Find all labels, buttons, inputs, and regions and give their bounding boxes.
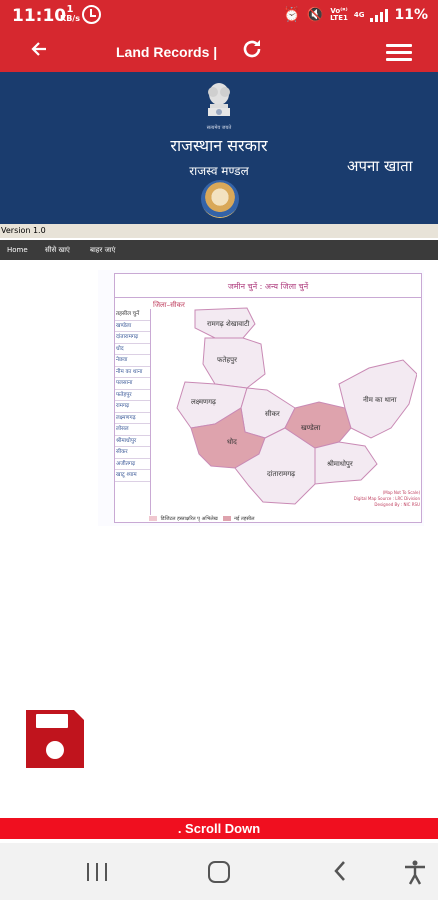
tehsil-item[interactable]: नीम का थाना xyxy=(115,367,150,378)
net-speed-indicator: 1 KB/s xyxy=(60,5,80,23)
emblem-caption: सत्यमेव जयते xyxy=(206,125,232,131)
recents-icon[interactable] xyxy=(87,863,107,881)
nav-link-secondary[interactable]: सीसे खाएं xyxy=(45,246,70,255)
tehsil-item[interactable]: अजीतगढ़ xyxy=(115,459,150,470)
region-label: लक्ष्मणगढ़ xyxy=(191,398,217,406)
map-credit-line: Designed By : NIC RSU xyxy=(374,502,420,507)
tehsil-list: तहसील चुनें खण्डेला दांतारामगढ़ धोद नेछव… xyxy=(115,309,151,515)
alarm-icon: ⏰ xyxy=(283,7,301,23)
status-time: 11:10 xyxy=(12,6,67,26)
map-heading: जमीन चुनें : अन्य जिला चुनें xyxy=(115,276,421,298)
back-icon[interactable] xyxy=(332,859,348,887)
tehsil-item[interactable]: लोसल xyxy=(115,424,150,436)
region-label: रामगढ़ शेखावाटी xyxy=(207,319,250,328)
version-bar: Version 1.0 xyxy=(0,224,438,238)
region-label: फतेहपुर xyxy=(217,355,237,364)
lte-label: LTE1 xyxy=(330,14,348,22)
apna-khata-label: अपना खाता xyxy=(347,157,413,175)
nav-link-exit[interactable]: बाहर जाएं xyxy=(90,246,116,255)
tehsil-item[interactable]: लक्ष्मणगढ़ xyxy=(115,413,150,424)
network-gen: 4G xyxy=(353,10,365,19)
site-navbar: Home सीसे खाएं बाहर जाएं xyxy=(0,240,438,260)
district-map: रामगढ़ शेखावाटी फतेहपुर लक्ष्मणगढ़ सीकर … xyxy=(176,307,417,505)
header-banner: सत्यमेव जयते राजस्थान सरकार राजस्व मण्डल… xyxy=(0,72,438,224)
government-title: राजस्थान सरकार xyxy=(170,136,268,155)
tehsil-item[interactable]: पलसाना xyxy=(115,378,150,390)
tehsil-item[interactable]: फतेहपुर xyxy=(115,390,150,401)
status-bar: 11:10 1 KB/s ⏰ 🔇 Vo⁽ᴿ⁾ LTE1 4G 11% xyxy=(0,0,438,33)
tehsil-item[interactable]: रामगढ़ xyxy=(115,401,150,413)
net-speed-unit: KB/s xyxy=(60,14,80,23)
hamburger-menu-icon[interactable] xyxy=(386,44,412,62)
accessibility-icon[interactable] xyxy=(402,859,428,885)
tehsil-item[interactable]: खण्डेला xyxy=(115,321,150,332)
legend-item: डिजिटल हस्ताक्षरित पृ अभिलेख xyxy=(160,516,218,522)
tehsil-item[interactable]: दांतारामगढ़ xyxy=(115,332,150,344)
signal-icon xyxy=(370,8,389,22)
map-legend: डिजिटल हस्ताक्षरित पृ अभिलेख नई तहसील xyxy=(149,516,254,522)
region-label: श्रीमाधोपुर xyxy=(327,459,353,468)
region-label: खण्डेला xyxy=(301,423,321,432)
home-icon[interactable] xyxy=(208,861,230,883)
tehsil-map-panel: जमीन चुनें : अन्य जिला चुनें तहसील चुनें… xyxy=(98,270,424,526)
national-emblem-icon xyxy=(208,83,230,116)
mute-icon: 🔇 xyxy=(306,7,325,23)
nav-link-home[interactable]: Home xyxy=(7,246,28,254)
system-nav-bar xyxy=(0,843,438,900)
battery-level: 11% xyxy=(394,7,428,23)
tehsil-item[interactable]: धोद xyxy=(115,344,150,355)
alarm-clock-icon xyxy=(82,5,101,24)
network-type: Vo⁽ᴿ⁾ LTE1 xyxy=(330,8,348,22)
tehsil-item[interactable]: श्रीमाधोपुर xyxy=(115,436,150,447)
scroll-down-bar[interactable]: . Scroll Down xyxy=(0,818,438,839)
revenue-board-seal-icon xyxy=(201,180,239,218)
tehsil-item[interactable]: नेछवा xyxy=(115,355,150,367)
tehsil-item[interactable]: सीकर xyxy=(115,447,150,459)
legend-swatch xyxy=(149,516,157,521)
version-label: Version 1.0 xyxy=(1,226,46,235)
map-credit: (Map Not To Scale) Digital Map Source : … xyxy=(315,490,420,508)
region-label: दांतारामगढ़ xyxy=(267,470,296,478)
save-floppy-icon[interactable] xyxy=(22,706,88,772)
region-label: धोद xyxy=(227,437,237,446)
status-right-group: ⏰ 🔇 Vo⁽ᴿ⁾ LTE1 4G 11% xyxy=(283,7,428,23)
region-label: नीम का थाना xyxy=(363,395,397,404)
map-frame: जमीन चुनें : अन्य जिला चुनें तहसील चुनें… xyxy=(114,273,422,523)
region-label: सीकर xyxy=(265,409,280,418)
legend-item: नई तहसील xyxy=(234,516,255,522)
page-title: Land Records | xyxy=(116,44,218,60)
legend-swatch xyxy=(222,516,231,521)
refresh-icon[interactable] xyxy=(240,37,264,67)
back-arrow-icon[interactable] xyxy=(30,39,48,64)
tehsil-item[interactable]: खाटू श्याम xyxy=(115,470,150,482)
tehsil-list-header: तहसील चुनें xyxy=(115,309,150,321)
app-toolbar: Land Records | xyxy=(0,33,438,72)
